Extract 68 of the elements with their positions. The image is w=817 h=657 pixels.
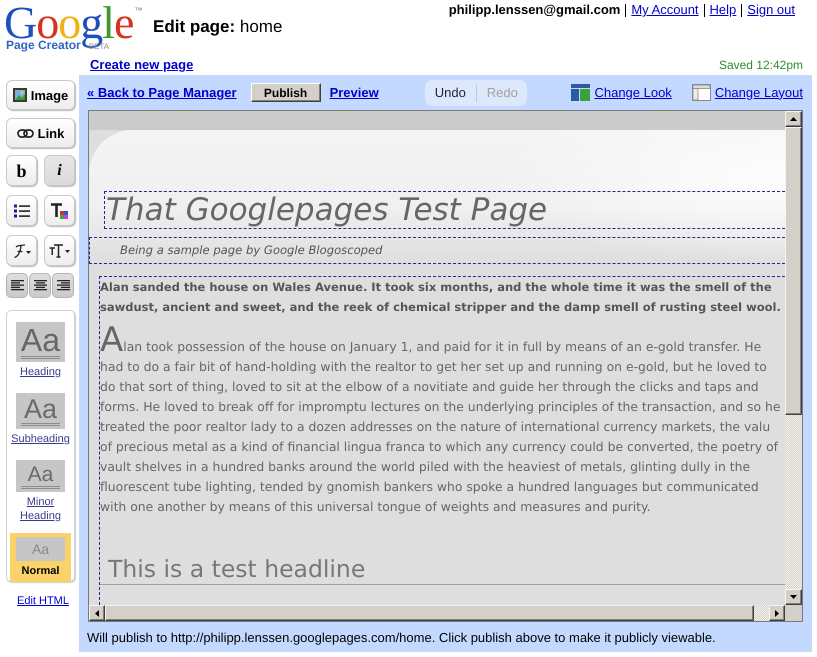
font-size-button[interactable] [44, 235, 75, 266]
style-label: Heading [20, 365, 61, 379]
edit-html-link[interactable]: Edit HTML [17, 595, 69, 608]
publish-button[interactable]: Publish [250, 83, 321, 102]
change-look-link[interactable]: Change Look [594, 84, 672, 100]
align-right-icon [56, 280, 70, 291]
page-subtitle: Being a sample page by Google Blogoscoped [120, 243, 383, 258]
save-status: Saved 12:42pm [718, 58, 803, 72]
account-link[interactable]: Help [710, 2, 736, 18]
bulleted-list-button[interactable] [6, 195, 37, 226]
theme-icon[interactable] [571, 84, 590, 101]
trademark-sign: ™ [134, 6, 142, 16]
style-sample-tile: Aa [16, 537, 65, 561]
style-option[interactable]: Aa Subheading [10, 389, 71, 450]
text-size-icon [49, 243, 70, 258]
chain-link-icon [16, 128, 34, 138]
arrow-down-icon [790, 595, 797, 599]
align-right-button[interactable] [52, 273, 74, 298]
font-button[interactable] [6, 235, 37, 266]
create-page-link[interactable]: Create new page [90, 57, 194, 73]
arrow-up-icon [790, 117, 797, 121]
scroll-up-button[interactable] [785, 111, 802, 127]
bulleted-list-icon [14, 204, 30, 218]
style-sample-tile: Aa [16, 322, 65, 362]
layout-icon[interactable] [692, 84, 711, 101]
style-label: Normal [22, 564, 60, 578]
style-sample-tile: Aa [16, 460, 65, 492]
preview-link[interactable]: Preview [330, 84, 379, 100]
style-option[interactable]: Aa Heading [10, 318, 71, 383]
text-color-button[interactable] [44, 195, 75, 226]
vertical-scrollbar[interactable] [785, 111, 802, 605]
lead-paragraph: Alan sanded the house on Wales Avenue. It took six months, and the whole time it was the smell of the sawdust, ancient and sweet, and the reek of chemical stripper and the damp smell of rusting steel wool. [100, 279, 782, 316]
style-label: Subheading [11, 432, 70, 446]
account-email: philipp.lenssen@gmail.com [448, 2, 620, 18]
align-center-button[interactable] [29, 273, 51, 298]
editable-region[interactable]: Being a sample page by Google Blogoscoped [89, 237, 785, 264]
scroll-right-button[interactable] [769, 605, 785, 621]
align-left-icon [10, 280, 24, 291]
italic-button[interactable]: i [44, 155, 75, 186]
style-sample-tile: Aa [16, 393, 65, 429]
style-option[interactable]: Aa Normal [10, 533, 71, 582]
arrow-right-icon [775, 610, 779, 616]
section-headline: This is a test headline [108, 554, 366, 584]
align-center-icon [34, 280, 46, 291]
scroll-left-button[interactable] [89, 605, 105, 621]
script-font-icon [12, 242, 31, 258]
change-layout-link[interactable]: Change Layout [714, 84, 803, 100]
style-option[interactable]: Aa Minor Heading [10, 456, 71, 527]
account-link[interactable]: My Account [631, 2, 699, 18]
account-link[interactable]: Sign out [747, 2, 795, 18]
text-color-icon [50, 202, 69, 220]
page-heading: Edit page: home [153, 17, 282, 37]
picture-icon [12, 88, 27, 102]
undo-button[interactable]: Undo [434, 84, 467, 100]
arrow-left-icon [95, 610, 99, 616]
scrollbar-thumb[interactable] [785, 127, 802, 415]
scrollbar-corner [785, 605, 802, 621]
insert-image-button[interactable]: Image [6, 80, 75, 110]
bold-button[interactable]: b [6, 155, 37, 186]
publish-status-text: Will publish to http://philipp.lenssen.googlepages.com/home. Click publish above to make it publicly viewable. [87, 629, 717, 645]
editable-region[interactable]: That Googlepages Test Page [104, 191, 785, 229]
style-label: Minor Heading [19, 495, 62, 523]
body-paragraph: Alan took possession of the house on January 1, and paid for it in full by means of an e-gold transfer. He had to do a fair bit of hand-holding with the realtor to get her set up and running on e-gold, but he loved to do that sort of thing, loved to sit at the elbow of a novitiate and guide her through the clicks and taps and forms. He loved to break off for impromptu lectures on the underlying principles of the transaction, and so he treated the poor realtor lady to a dozen addresses on the nature of international currency markets, the valu of precious metal as a kind of financial lingua franca to which any currency could be converted, the poetry of vault shelves in a hundred banks around the world piled with the heaviest of metals, glinting dully in the fluorescent tube lighting, tended by gnomish bankers who spoke a hundred languages but communicated with one another by means of this universal tongue of weights and measures and purity. [100, 325, 782, 516]
scroll-down-button[interactable] [785, 589, 802, 605]
back-link[interactable]: « Back to Page Manager [87, 84, 237, 100]
page-title: That Googlepages Test Page [106, 192, 548, 228]
align-left-button[interactable] [6, 273, 28, 298]
insert-link-button[interactable]: Link [6, 118, 75, 148]
